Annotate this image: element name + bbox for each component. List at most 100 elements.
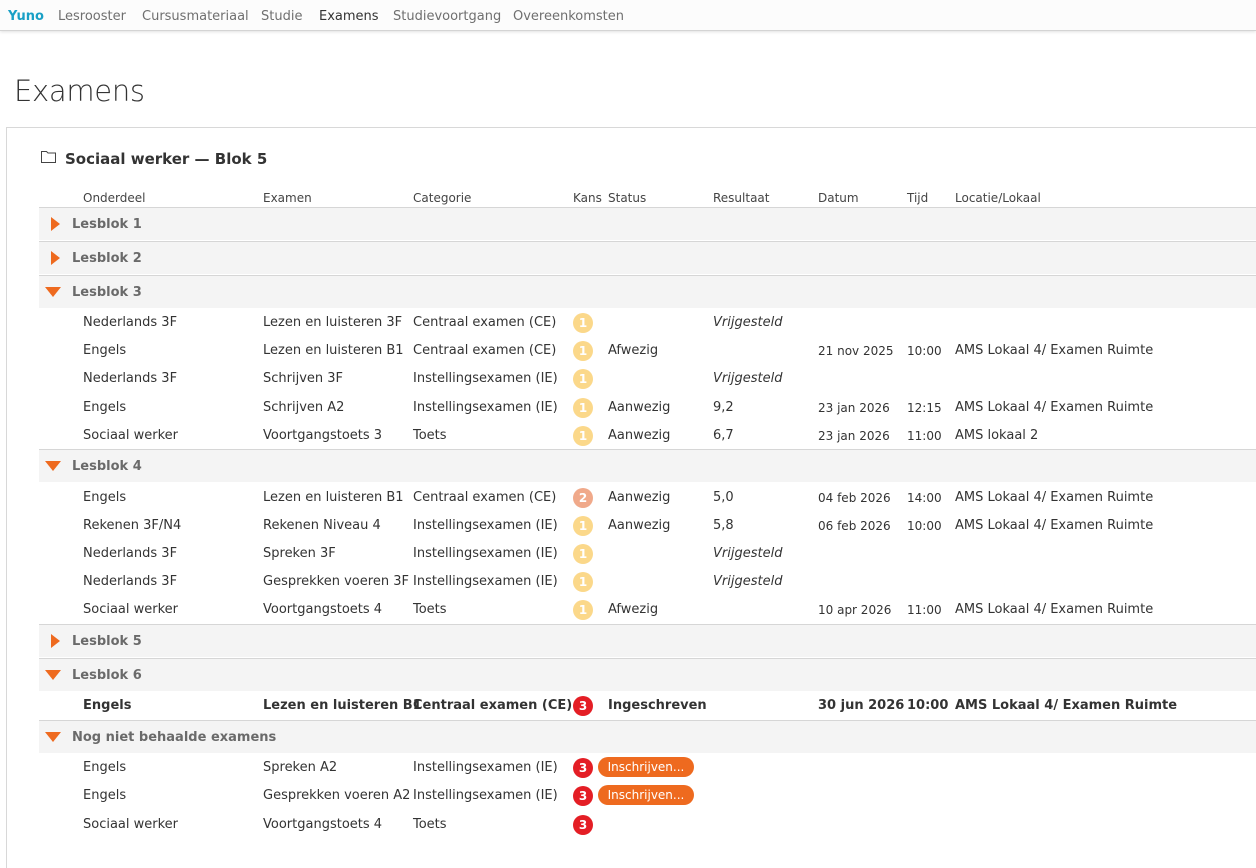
kans-badge: 1 [573,341,593,361]
cell-examen: Gesprekken voeren 3F [263,574,409,589]
group-lesblok-4[interactable]: Lesblok 4 [39,449,1256,482]
collapse-arrow-icon[interactable] [45,732,61,742]
table-row: Engels Lezen en luisteren B1 Centraal exam… [0,483,1256,511]
cell-onderdeel: Sociaal werker [83,817,179,832]
cell-onderdeel: Engels [83,490,127,505]
cell-tijd: 14:00 [907,491,942,505]
nav-lesrooster[interactable]: Lesrooster [58,9,126,24]
cell-status: Aanwezig [608,490,671,505]
nav-examens[interactable]: Examens [319,9,379,24]
cell-tijd: 10:00 [907,519,942,533]
kans-badge: 1 [573,516,593,536]
cell-resultaat: Vrijgesteld [713,371,783,386]
kans-badge: 1 [573,600,593,620]
cell-resultaat: 5,8 [713,518,734,533]
cell-examen: Spreken A2 [263,760,338,775]
cell-categorie: Instellingsexamen (IE) [413,400,558,415]
cell-examen: Schrijven A2 [263,400,345,415]
cell-resultaat: Vrijgesteld [713,315,783,330]
enroll-button[interactable]: Inschrijven... [598,785,694,805]
cell-onderdeel: Rekenen 3F/N4 [83,518,182,533]
cell-datum: 23 jan 2026 [818,401,890,415]
folder-icon [41,151,56,163]
cell-examen: Voortgangstoets 3 [263,428,383,443]
cell-locatie: AMS Lokaal 4/ Examen Ruimte [955,490,1154,505]
col-locatie: Locatie/Lokaal [955,191,1041,205]
expand-arrow-icon[interactable] [51,251,60,265]
group-lesblok-6[interactable]: Lesblok 6 [39,658,1256,691]
cell-examen: Spreken 3F [263,546,336,561]
expand-arrow-icon[interactable] [51,634,60,648]
cell-categorie: Centraal examen (CE) [413,343,557,358]
col-tijd: Tijd [907,191,929,205]
cell-examen: Lezen en luisteren 3F [263,315,403,330]
cell-status: Aanwezig [608,400,671,415]
group-lesblok-2[interactable]: Lesblok 2 [39,241,1256,274]
group-lesblok-3[interactable]: Lesblok 3 [39,275,1256,308]
cell-status: Afwezig [608,343,659,358]
cell-resultaat: 6,7 [713,428,734,443]
cell-categorie: Centraal examen (CE) [413,315,557,330]
enroll-button[interactable]: Inschrijven... [598,757,694,777]
col-datum: Datum [818,191,859,205]
group-label: Lesblok 1 [72,217,142,232]
cell-datum: 06 feb 2026 [818,519,891,533]
cell-examen: Rekenen Niveau 4 [263,518,381,533]
brand-logo[interactable]: Yuno [8,9,44,24]
panel-title: Sociaal werker — Blok 5 [65,150,268,168]
collapse-arrow-icon[interactable] [45,287,61,297]
nav-studievoortgang[interactable]: Studievoortgang [393,9,501,24]
cell-status: Ingeschreven [608,698,707,713]
group-label: Lesblok 6 [72,668,142,683]
cell-categorie: Centraal examen (CE) [413,698,573,713]
nav-cursusmateriaal[interactable]: Cursusmateriaal [142,9,249,24]
kans-badge: 3 [573,815,593,835]
kans-badge: 3 [573,758,593,778]
cell-examen: Lezen en luisteren B1 [263,343,404,358]
group-nog-niet-behaald[interactable]: Nog niet behaalde examens [39,720,1256,753]
cell-tijd: 12:15 [907,401,942,415]
cell-datum: 04 feb 2026 [818,491,891,505]
cell-locatie: AMS Lokaal 4/ Examen Ruimte [955,518,1154,533]
collapse-arrow-icon[interactable] [45,461,61,471]
group-label: Lesblok 4 [72,459,142,474]
table-row: Sociaal werker Voortgangstoets 4 Toets 3 [0,810,1256,838]
cell-categorie: Centraal examen (CE) [413,490,557,505]
cell-locatie: AMS Lokaal 4/ Examen Ruimte [955,400,1154,415]
nav-overeenkomsten[interactable]: Overeenkomsten [513,9,624,24]
cell-tijd: 11:00 [907,429,942,443]
cell-examen: Lezen en luisteren B1 [263,490,404,505]
kans-badge: 1 [573,426,593,446]
kans-badge: 3 [573,786,593,806]
cell-onderdeel: Engels [83,760,127,775]
kans-badge: 1 [573,398,593,418]
cell-resultaat: 9,2 [713,400,734,415]
cell-status: Aanwezig [608,518,671,533]
cell-examen: Gesprekken voeren A2 [263,788,411,803]
cell-onderdeel: Nederlands 3F [83,574,178,589]
cell-onderdeel: Nederlands 3F [83,371,178,386]
cell-resultaat: Vrijgesteld [713,574,783,589]
kans-badge: 1 [573,544,593,564]
cell-onderdeel: Sociaal werker [83,428,179,443]
cell-datum: 21 nov 2025 [818,344,894,358]
table-row: Nederlands 3F Spreken 3F Instellingsexamen… [0,539,1256,567]
cell-onderdeel: Engels [83,698,132,713]
top-navigation: Yuno Lesrooster Cursusmateriaal Studie E… [0,0,1256,31]
nav-studie[interactable]: Studie [261,9,302,24]
collapse-arrow-icon[interactable] [45,670,61,680]
cell-datum: 10 apr 2026 [818,603,892,617]
expand-arrow-icon[interactable] [51,217,60,231]
group-lesblok-5[interactable]: Lesblok 5 [39,624,1256,657]
col-status: Status [608,191,647,205]
kans-badge: 2 [573,488,593,508]
table-row: Engels Lezen en luisteren B1 Centraal exam… [0,336,1256,364]
cell-locatie: AMS Lokaal 4/ Examen Ruimte [955,698,1178,713]
cell-onderdeel: Nederlands 3F [83,315,178,330]
group-label: Nog niet behaalde examens [72,730,277,745]
table-row: Engels Gesprekken voeren A2 Instellingsexa… [0,781,1256,809]
cell-tijd: 10:00 [907,344,942,358]
group-lesblok-1[interactable]: Lesblok 1 [39,207,1256,240]
cell-tijd: 10:00 [907,698,949,713]
cell-status: Aanwezig [608,428,671,443]
